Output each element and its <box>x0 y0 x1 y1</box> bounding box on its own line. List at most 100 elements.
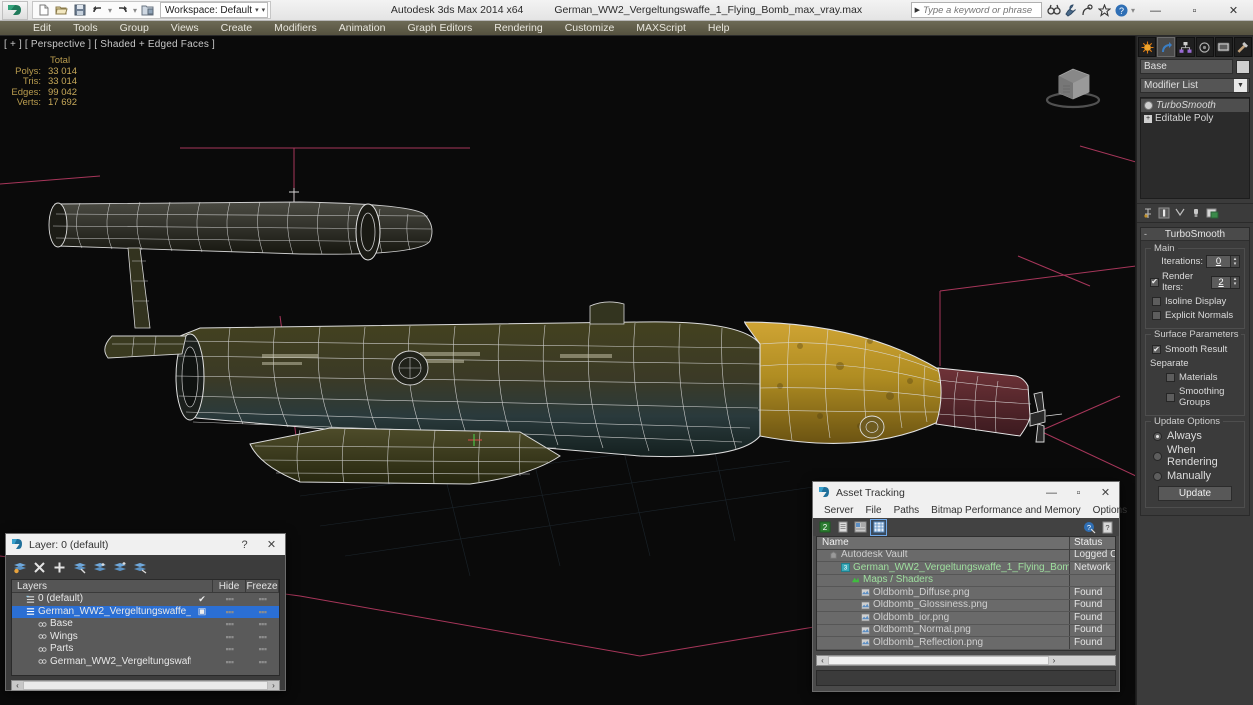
scroll-left-icon[interactable]: ‹ <box>12 681 23 690</box>
help-pointer-icon[interactable]: ? <box>1082 520 1097 535</box>
make-unique-icon[interactable] <box>1173 206 1187 220</box>
hide-layer-icon[interactable] <box>132 560 147 575</box>
layer-row-selected[interactable]: German_WW2_Vergeltungswaffe_1_Flying_Bom… <box>12 605 279 618</box>
layer-freeze-cell[interactable]: ▪▪▪ <box>246 657 279 667</box>
layer-hide-cell[interactable]: ▪▪▪ <box>213 657 246 667</box>
layer-hide-cell[interactable]: ▪▪▪ <box>213 644 246 654</box>
select-objects-icon[interactable] <box>72 560 87 575</box>
menu-item-views[interactable]: Views <box>160 21 210 36</box>
layer-row-object[interactable]: German_WW2_Vergeltungswaffe_1_Flying_Bom… <box>12 656 279 669</box>
configure-modifier-sets-icon[interactable] <box>1205 206 1219 220</box>
refresh-icon[interactable]: 2 <box>817 520 832 535</box>
highlight-selected-icon[interactable] <box>112 560 127 575</box>
materials-row[interactable]: Materials <box>1166 372 1240 383</box>
hierarchy-tab[interactable] <box>1176 37 1195 57</box>
smoothing-groups-checkbox[interactable] <box>1166 392 1175 402</box>
workspace-menu-icon[interactable]: ▾ <box>262 6 266 14</box>
scroll-left-icon[interactable]: ‹ <box>817 656 828 665</box>
modifier-stack-item-turbosmooth[interactable]: TurboSmooth <box>1141 99 1249 112</box>
asset-menu-bitmap-performance[interactable]: Bitmap Performance and Memory <box>925 503 1087 518</box>
layer-row-parts[interactable]: Parts ▪▪▪ ▪▪▪ <box>12 643 279 656</box>
menu-item-modifiers[interactable]: Modifiers <box>263 21 328 36</box>
update-mode-always[interactable]: Always <box>1153 430 1240 442</box>
pin-stack-icon[interactable] <box>1141 206 1155 220</box>
layer-freeze-cell[interactable]: ▪▪▪ <box>246 632 279 642</box>
application-menu-button[interactable] <box>2 0 28 20</box>
asset-menu-options[interactable]: Options <box>1087 503 1133 518</box>
motion-tab[interactable] <box>1195 37 1214 57</box>
layer-horizontal-scrollbar[interactable]: ‹ › <box>11 680 280 691</box>
layer-list[interactable]: Layers Hide Freeze 0 (default) ✔ ▪▪▪ ▪▪▪ <box>11 579 280 676</box>
layer-hide-cell[interactable]: ▪▪▪ <box>213 594 246 604</box>
undo-dropdown-arrow[interactable]: ▾ <box>107 6 113 15</box>
layer-window-titlebar[interactable]: Layer: 0 (default) ? ✕ <box>6 534 285 555</box>
scrollbar-thumb[interactable] <box>828 655 1049 665</box>
detail-view-icon[interactable] <box>853 520 868 535</box>
smoothing-groups-row[interactable]: Smoothing Groups <box>1166 386 1240 408</box>
isoline-display-row[interactable]: Isoline Display <box>1152 296 1240 307</box>
workspace-dropdown[interactable]: Workspace: Default ▾ ▾ <box>160 2 269 18</box>
menu-item-maxscript[interactable]: MAXScript <box>625 21 697 36</box>
create-tab[interactable] <box>1138 37 1157 57</box>
wrench-icon[interactable] <box>1062 2 1079 19</box>
asset-close-button[interactable]: ✕ <box>1092 482 1119 503</box>
radio-when-rendering[interactable] <box>1153 451 1162 461</box>
asset-maximize-button[interactable]: ▫ <box>1065 482 1092 503</box>
viewcube[interactable] <box>1037 56 1109 112</box>
grid-view-icon[interactable] <box>870 518 887 536</box>
create-new-layer-icon[interactable] <box>12 560 27 575</box>
delete-layer-icon[interactable] <box>32 560 47 575</box>
save-file-icon[interactable] <box>71 2 88 18</box>
menu-item-help[interactable]: Help <box>697 21 741 36</box>
asset-row-normal[interactable]: Oldbomb_Normal.png Found <box>817 624 1115 637</box>
close-button[interactable]: ✕ <box>1214 0 1253 21</box>
select-highlighted-icon[interactable] <box>92 560 107 575</box>
asset-minimize-button[interactable]: — <box>1038 482 1065 503</box>
layer-hide-cell[interactable]: ▪▪▪ <box>213 632 246 642</box>
render-iters-spinner[interactable]: 2 ▴ ▾ <box>1211 275 1240 289</box>
search-binoculars-icon[interactable] <box>1045 2 1062 19</box>
asset-horizontal-scrollbar[interactable]: ‹ › <box>816 654 1116 666</box>
new-file-icon[interactable] <box>35 2 52 18</box>
layer-close-button[interactable]: ✕ <box>258 534 285 555</box>
scrollbar-thumb[interactable] <box>23 681 268 690</box>
list-view-icon[interactable] <box>835 520 850 535</box>
layer-active-mark[interactable]: ✔ <box>191 594 213 605</box>
smooth-result-checkbox[interactable] <box>1152 345 1161 354</box>
modifier-list-dropdown[interactable]: Modifier List ▼ <box>1140 78 1250 93</box>
chevron-down-icon[interactable]: ▼ <box>1234 79 1247 92</box>
layer-row-base[interactable]: Base ▪▪▪ ▪▪▪ <box>12 618 279 631</box>
remove-modifier-icon[interactable] <box>1189 206 1203 220</box>
update-mode-manually[interactable]: Manually <box>1153 470 1240 482</box>
rollout-header[interactable]: - TurboSmooth <box>1141 228 1249 241</box>
isoline-display-checkbox[interactable] <box>1152 297 1161 306</box>
update-button[interactable]: Update <box>1158 486 1232 501</box>
layer-manager-window[interactable]: Layer: 0 (default) ? ✕ Layers Hide Freez… <box>5 533 286 691</box>
iterations-spinner[interactable]: 0 ▴ ▾ <box>1206 255 1240 268</box>
expand-plus-icon[interactable]: + <box>1144 114 1152 123</box>
menu-item-group[interactable]: Group <box>109 21 160 36</box>
redo-dropdown-arrow[interactable]: ▾ <box>132 6 138 15</box>
menu-item-graph-editors[interactable]: Graph Editors <box>396 21 483 36</box>
asset-row-vault[interactable]: Autodesk Vault Logged C <box>817 549 1115 562</box>
asset-row-maps-shaders[interactable]: Maps / Shaders <box>817 574 1115 587</box>
collapse-minus-icon[interactable]: - <box>1144 229 1147 239</box>
layer-row-default[interactable]: 0 (default) ✔ ▪▪▪ ▪▪▪ <box>12 593 279 606</box>
show-end-result-icon[interactable] <box>1157 206 1171 220</box>
menu-item-rendering[interactable]: Rendering <box>483 21 553 36</box>
search-dropdown-icon[interactable]: ▶ <box>912 6 923 14</box>
render-iters-checkbox[interactable] <box>1150 277 1159 287</box>
smooth-result-row[interactable]: Smooth Result <box>1152 344 1240 355</box>
redo-icon[interactable] <box>114 2 131 18</box>
display-tab[interactable] <box>1214 37 1233 57</box>
explicit-normals-checkbox[interactable] <box>1152 311 1161 320</box>
asset-menu-paths[interactable]: Paths <box>888 503 926 518</box>
spinner-arrows-icon[interactable]: ▴ ▾ <box>1230 256 1239 267</box>
explicit-normals-row[interactable]: Explicit Normals <box>1152 310 1240 321</box>
menu-item-customize[interactable]: Customize <box>554 21 626 36</box>
radio-always[interactable] <box>1153 431 1162 441</box>
object-name-field[interactable]: Base <box>1140 59 1233 74</box>
open-file-icon[interactable] <box>53 2 70 18</box>
asset-row-reflection[interactable]: Oldbomb_Reflection.png Found <box>817 637 1115 650</box>
star-icon[interactable] <box>1096 2 1113 19</box>
